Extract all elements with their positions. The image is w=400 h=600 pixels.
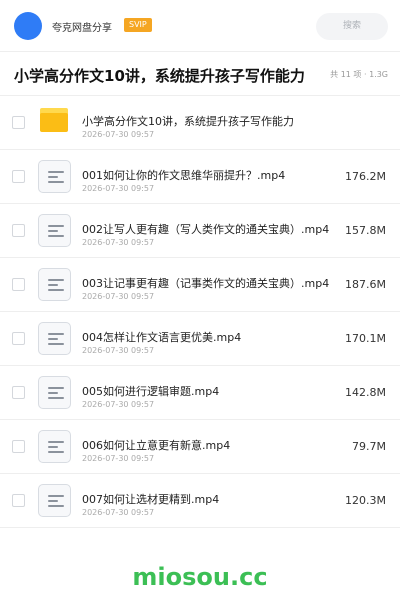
file-name: 小学高分作文10讲，系统提升孩子写作能力 bbox=[82, 115, 294, 128]
document-icon bbox=[38, 376, 71, 409]
checkbox[interactable] bbox=[12, 116, 25, 129]
search-input[interactable]: 搜索 bbox=[316, 13, 388, 40]
list-item[interactable]: 007如何让选材更精到.mp4 2026-07-30 09:57 120.3M bbox=[0, 474, 400, 528]
watermark: miosou.cc bbox=[132, 563, 268, 591]
page-title: 小学高分作文10讲，系统提升孩子写作能力 bbox=[14, 67, 305, 85]
checkbox[interactable] bbox=[12, 224, 25, 237]
document-icon bbox=[38, 322, 71, 355]
file-date: 2026-07-30 09:57 bbox=[82, 292, 155, 301]
file-date: 2026-07-30 09:57 bbox=[82, 130, 155, 139]
file-size: 187.6M bbox=[345, 278, 386, 291]
file-name: 004怎样让作文语言更优美.mp4 bbox=[82, 331, 242, 344]
avatar[interactable] bbox=[14, 12, 42, 40]
list-item[interactable]: 001如何让你的作文思维华丽提升？.mp4 2026-07-30 09:57 1… bbox=[0, 150, 400, 204]
file-date: 2026-07-30 09:57 bbox=[82, 346, 155, 355]
folder-icon bbox=[40, 108, 68, 132]
file-date: 2026-07-30 09:57 bbox=[82, 238, 155, 247]
file-name: 006如何让立意更有新意.mp4 bbox=[82, 439, 231, 452]
file-date: 2026-07-30 09:57 bbox=[82, 508, 155, 517]
file-size: 79.7M bbox=[352, 440, 386, 453]
file-name: 001如何让你的作文思维华丽提升？.mp4 bbox=[82, 169, 286, 182]
checkbox[interactable] bbox=[12, 278, 25, 291]
file-size: 142.8M bbox=[345, 386, 386, 399]
title-row: 小学高分作文10讲，系统提升孩子写作能力 共 11 项 · 1.3G bbox=[0, 52, 400, 96]
document-icon bbox=[38, 268, 71, 301]
file-list: 小学高分作文10讲，系统提升孩子写作能力 2026-07-30 09:57 00… bbox=[0, 96, 400, 528]
file-size: 176.2M bbox=[345, 170, 386, 183]
header-bar: 夸克网盘分享 SVIP 搜索 bbox=[0, 0, 400, 52]
document-icon bbox=[38, 430, 71, 463]
checkbox[interactable] bbox=[12, 332, 25, 345]
document-icon bbox=[38, 214, 71, 247]
document-icon bbox=[38, 160, 71, 193]
file-date: 2026-07-30 09:57 bbox=[82, 454, 155, 463]
list-item[interactable]: 006如何让立意更有新意.mp4 2026-07-30 09:57 79.7M bbox=[0, 420, 400, 474]
list-item[interactable]: 小学高分作文10讲，系统提升孩子写作能力 2026-07-30 09:57 bbox=[0, 96, 400, 150]
folder-meta: 共 11 项 · 1.3G bbox=[330, 70, 388, 79]
svip-badge: SVIP bbox=[124, 18, 152, 32]
file-size: 170.1M bbox=[345, 332, 386, 345]
file-name: 003让记事更有趣（记事类作文的通关宝典）.mp4 bbox=[82, 277, 330, 290]
checkbox[interactable] bbox=[12, 386, 25, 399]
list-item[interactable]: 004怎样让作文语言更优美.mp4 2026-07-30 09:57 170.1… bbox=[0, 312, 400, 366]
list-item[interactable]: 002让写人更有趣（写人类作文的通关宝典）.mp4 2026-07-30 09:… bbox=[0, 204, 400, 258]
file-size: 157.8M bbox=[345, 224, 386, 237]
list-item[interactable]: 003让记事更有趣（记事类作文的通关宝典）.mp4 2026-07-30 09:… bbox=[0, 258, 400, 312]
file-name: 005如何进行逻辑审题.mp4 bbox=[82, 385, 220, 398]
file-date: 2026-07-30 09:57 bbox=[82, 184, 155, 193]
checkbox[interactable] bbox=[12, 494, 25, 507]
checkbox[interactable] bbox=[12, 440, 25, 453]
file-size: 120.3M bbox=[345, 494, 386, 507]
list-item[interactable]: 005如何进行逻辑审题.mp4 2026-07-30 09:57 142.8M bbox=[0, 366, 400, 420]
file-date: 2026-07-30 09:57 bbox=[82, 400, 155, 409]
document-icon bbox=[38, 484, 71, 517]
user-name[interactable]: 夸克网盘分享 bbox=[52, 19, 112, 34]
file-name: 007如何让选材更精到.mp4 bbox=[82, 493, 220, 506]
file-name: 002让写人更有趣（写人类作文的通关宝典）.mp4 bbox=[82, 223, 330, 236]
checkbox[interactable] bbox=[12, 170, 25, 183]
